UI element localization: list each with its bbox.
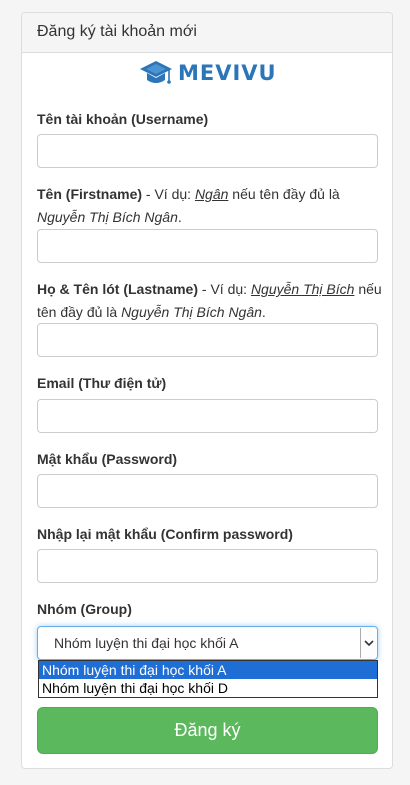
firstname-fullname: Nguyễn Thị Bích Ngân: [37, 209, 178, 225]
group-dropdown-list: Nhóm luyện thi đại học khối A Nhóm luyện…: [38, 660, 378, 698]
firstname-label-text: Tên (Firstname): [37, 186, 143, 202]
confirm-password-input[interactable]: [37, 549, 378, 583]
lastname-fullname: Nguyễn Thị Bích Ngân: [121, 304, 262, 320]
group-select[interactable]: Nhóm luyện thi đại học khối A: [37, 626, 378, 660]
group-option-d[interactable]: Nhóm luyện thi đại học khối D: [39, 679, 377, 697]
firstname-input[interactable]: [37, 229, 378, 263]
username-label: Tên tài khoản (Username): [37, 111, 209, 127]
group-label: Nhóm (Group): [37, 601, 132, 617]
lastname-example: Nguyễn Thị Bích: [250, 281, 355, 297]
brand-name: MEVIVU: [178, 61, 277, 85]
firstname-note-end: .: [177, 209, 182, 225]
firstname-example: Ngân: [194, 186, 229, 202]
group-option-a[interactable]: Nhóm luyện thi đại học khối A: [39, 661, 377, 679]
password-input[interactable]: [37, 474, 378, 508]
lastname-label: Họ & Tên lót (Lastname) - Ví dụ: Nguyễn …: [37, 278, 382, 324]
firstname-note-pre: - Ví dụ:: [142, 186, 195, 202]
lastname-input[interactable]: [37, 323, 378, 357]
firstname-note-mid: nếu tên đầy đủ là: [228, 186, 340, 202]
group-selected-value: Nhóm luyện thi đại học khối A: [54, 635, 239, 651]
lastname-note-pre: - Ví dụ:: [198, 281, 251, 297]
graduation-cap-icon: [139, 59, 173, 87]
chevron-down-icon[interactable]: [360, 628, 376, 658]
email-label: Email (Thư điện tử): [37, 375, 167, 391]
username-input[interactable]: [37, 134, 378, 168]
lastname-note-end: .: [261, 304, 266, 320]
lastname-label-text: Họ & Tên lót (Lastname): [37, 281, 199, 297]
firstname-label: Tên (Firstname) - Ví dụ: Ngân nếu tên đầ…: [37, 183, 382, 229]
register-button[interactable]: Đăng ký: [37, 707, 378, 754]
panel-title: Đăng ký tài khoản mới: [22, 13, 392, 53]
password-label: Mật khẩu (Password): [37, 451, 178, 467]
brand-logo: MEVIVU: [139, 58, 277, 88]
register-panel: Đăng ký tài khoản mới MEVIVU Tên tài kho…: [21, 12, 393, 769]
confirm-password-label: Nhập lại mật khẩu (Confirm password): [37, 526, 293, 542]
email-input[interactable]: [37, 399, 378, 433]
